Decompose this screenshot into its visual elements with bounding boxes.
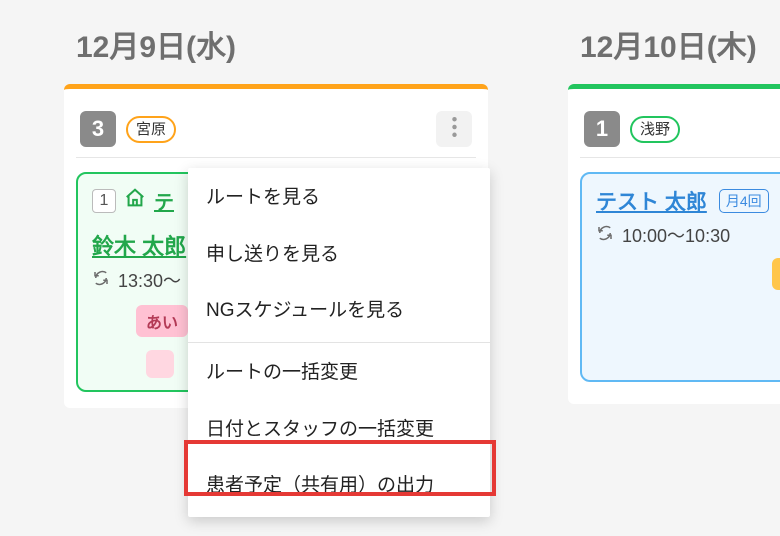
frequency-pill: 月4回 <box>719 189 769 213</box>
card-header: 3 宮原 <box>76 107 476 158</box>
day-column-dec-10: 12月10日(木) 1 浅野 テスト 太郎 月4回 10:00〜10:30 タグ <box>560 0 780 536</box>
more-menu-button[interactable] <box>436 111 472 147</box>
kebab-icon <box>452 117 457 142</box>
sync-icon <box>596 224 614 247</box>
visit-time-row: 10:00〜10:30 <box>596 222 780 248</box>
chip-peek-row <box>146 350 174 378</box>
day-card: 1 浅野 テスト 太郎 月4回 10:00〜10:30 タグ <box>568 84 780 404</box>
menu-item-export-patient-schedule[interactable]: 患者予定（共有用）の出力 <box>188 458 490 515</box>
visit-card[interactable]: テスト 太郎 月4回 10:00〜10:30 タグ <box>580 172 780 382</box>
tag-row: タグ <box>596 258 780 290</box>
visit-title-partial: テ <box>154 186 174 215</box>
menu-divider <box>188 342 490 343</box>
visit-time: 10:00〜10:30 <box>622 222 730 248</box>
card-header: 1 浅野 <box>580 107 780 158</box>
date-header: 12月9日(水) <box>64 0 488 84</box>
patient-link[interactable]: 鈴木 太郎 <box>92 229 186 261</box>
menu-item-view-handoff[interactable]: 申し送りを見る <box>188 227 490 284</box>
menu-item-bulk-change-route[interactable]: ルートの一括変更 <box>188 345 490 402</box>
visit-count-badge: 3 <box>80 111 116 147</box>
menu-item-view-ng-schedule[interactable]: NGスケジュールを見る <box>188 283 490 340</box>
staff-chip[interactable]: 浅野 <box>630 116 680 143</box>
menu-item-bulk-change-date-staff[interactable]: 日付とスタッフの一括変更 <box>188 402 490 459</box>
patient-link[interactable]: テスト 太郎 <box>596 186 707 216</box>
visit-order-badge: 1 <box>92 189 116 213</box>
home-icon <box>124 187 146 214</box>
date-header: 12月10日(木) <box>568 0 780 84</box>
more-menu-dropdown: ルートを見る 申し送りを見る NGスケジュールを見る ルートの一括変更 日付とス… <box>188 168 490 517</box>
tag-chip[interactable]: タグ <box>772 258 780 290</box>
visit-count-badge: 1 <box>584 111 620 147</box>
sync-icon <box>92 269 110 292</box>
visit-time: 13:30〜 <box>118 267 181 293</box>
tag-chip-partial <box>146 350 174 378</box>
menu-item-view-route[interactable]: ルートを見る <box>188 170 490 227</box>
staff-chip[interactable]: 宮原 <box>126 116 176 143</box>
tag-chip[interactable]: あい <box>136 305 188 337</box>
